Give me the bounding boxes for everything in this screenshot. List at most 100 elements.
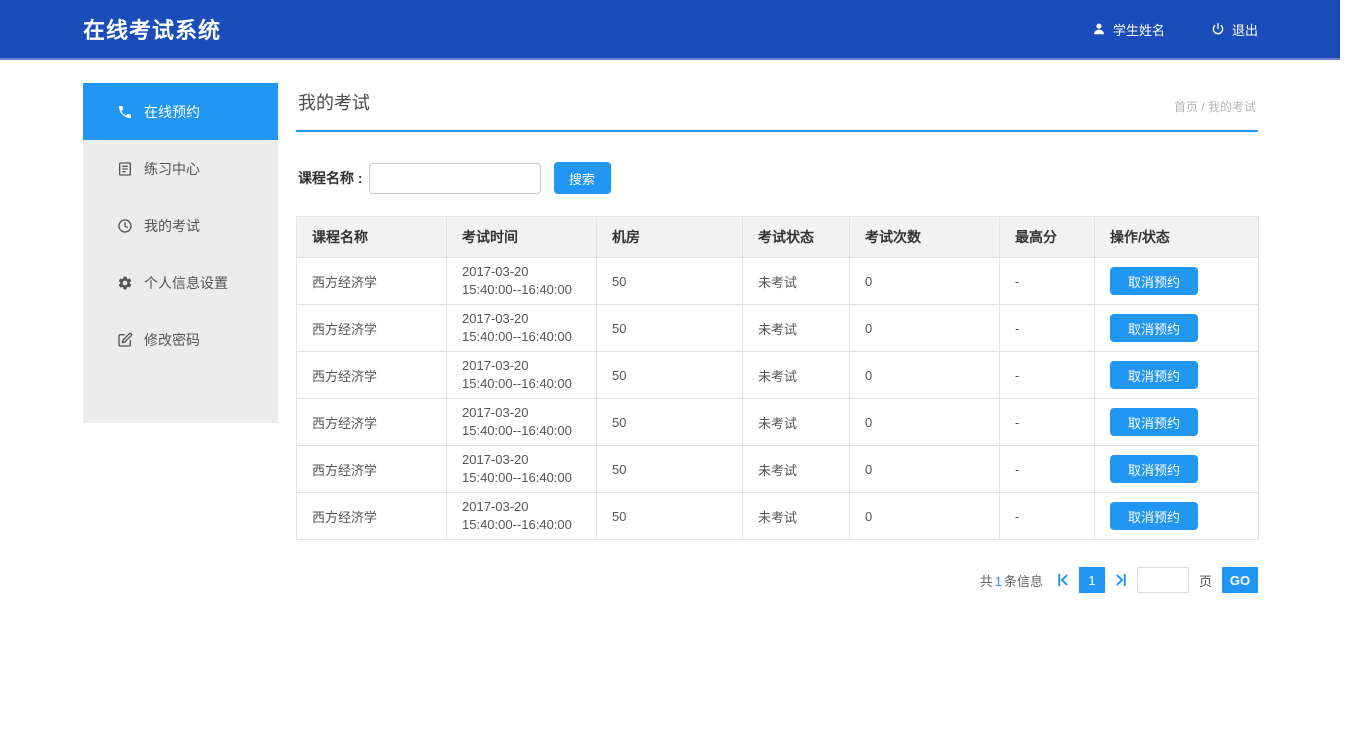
pagination-total: 共1条信息: [980, 571, 1043, 590]
column-header: 考试时间: [447, 217, 597, 258]
table-header-row: 课程名称考试时间机房考试状态考试次数最高分操作/状态: [297, 217, 1259, 258]
sidebar-item-label: 我的考试: [144, 216, 200, 236]
power-icon: [1211, 22, 1225, 36]
app-title: 在线考试系统: [83, 13, 221, 45]
main-content: 我的考试 首页 / 我的考试 课程名称 : 搜索 课程名称考试时间机房考试状态考…: [296, 83, 1258, 593]
action-cell: 取消预约: [1095, 352, 1259, 399]
current-page-button[interactable]: 1: [1079, 567, 1105, 593]
breadcrumb: 首页 / 我的考试: [1174, 98, 1256, 115]
exam-date: 2017-03-20: [462, 451, 586, 469]
best-score-cell: -: [1000, 493, 1095, 540]
best-score-cell: -: [1000, 305, 1095, 352]
cancel-booking-button[interactable]: 取消预约: [1110, 267, 1198, 295]
cancel-booking-button[interactable]: 取消预约: [1110, 408, 1198, 436]
course-name-cell: 西方经济学: [297, 399, 447, 446]
exam-time-range: 15:40:00--16:40:00: [462, 422, 586, 440]
page-head: 我的考试 首页 / 我的考试: [296, 83, 1258, 132]
room-cell: 50: [597, 446, 743, 493]
book-icon: [117, 161, 133, 177]
last-page-icon[interactable]: [1112, 571, 1130, 589]
action-cell: 取消预约: [1095, 399, 1259, 446]
sidebar-item-practice-center[interactable]: 练习中心: [83, 140, 278, 197]
attempts-cell: 0: [850, 493, 1000, 540]
best-score-cell: -: [1000, 258, 1095, 305]
page-unit-label: 页: [1199, 571, 1212, 590]
course-name-cell: 西方经济学: [297, 305, 447, 352]
attempts-cell: 0: [850, 305, 1000, 352]
exam-status-cell: 未考试: [743, 352, 850, 399]
user-icon: [1092, 22, 1106, 36]
column-header: 考试状态: [743, 217, 850, 258]
exam-status-cell: 未考试: [743, 493, 850, 540]
logout-label: 退出: [1232, 20, 1258, 39]
room-cell: 50: [597, 352, 743, 399]
sidebar-item-label: 修改密码: [144, 330, 200, 350]
cancel-booking-button[interactable]: 取消预约: [1110, 314, 1198, 342]
room-cell: 50: [597, 399, 743, 446]
search-bar: 课程名称 : 搜索: [296, 162, 1258, 194]
main-layout: 在线预约练习中心我的考试个人信息设置修改密码 我的考试 首页 / 我的考试 课程…: [83, 83, 1258, 593]
sidebar-item-label: 在线预约: [144, 102, 200, 122]
table-row: 西方经济学2017-03-2015:40:00--16:40:0050未考试0-…: [297, 399, 1259, 446]
first-page-icon[interactable]: [1054, 571, 1072, 589]
best-score-cell: -: [1000, 352, 1095, 399]
edit-icon: [117, 332, 133, 348]
sidebar-item-my-exams[interactable]: 我的考试: [83, 197, 278, 254]
sidebar-item-change-password[interactable]: 修改密码: [83, 311, 278, 368]
table-row: 西方经济学2017-03-2015:40:00--16:40:0050未考试0-…: [297, 258, 1259, 305]
exam-time-cell: 2017-03-2015:40:00--16:40:00: [447, 446, 597, 493]
exam-status-cell: 未考试: [743, 258, 850, 305]
attempts-cell: 0: [850, 399, 1000, 446]
exam-status-cell: 未考试: [743, 399, 850, 446]
page-number-input[interactable]: [1137, 567, 1189, 593]
sidebar-item-label: 个人信息设置: [144, 273, 228, 293]
exam-time-cell: 2017-03-2015:40:00--16:40:00: [447, 305, 597, 352]
room-cell: 50: [597, 258, 743, 305]
pagination-total-suffix: 条信息: [1004, 574, 1043, 589]
exam-time-cell: 2017-03-2015:40:00--16:40:00: [447, 258, 597, 305]
column-header: 机房: [597, 217, 743, 258]
header-actions: 学生姓名 退出: [1092, 20, 1258, 39]
cancel-booking-button[interactable]: 取消预约: [1110, 455, 1198, 483]
sidebar-item-online-booking[interactable]: 在线预约: [83, 83, 278, 140]
attempts-cell: 0: [850, 446, 1000, 493]
sidebar: 在线预约练习中心我的考试个人信息设置修改密码: [83, 83, 278, 423]
exam-time-range: 15:40:00--16:40:00: [462, 281, 586, 299]
user-name: 学生姓名: [1113, 20, 1165, 39]
best-score-cell: -: [1000, 399, 1095, 446]
exam-date: 2017-03-20: [462, 263, 586, 281]
clock-icon: [117, 218, 133, 234]
action-cell: 取消预约: [1095, 493, 1259, 540]
gear-icon: [117, 275, 133, 291]
sidebar-item-profile-settings[interactable]: 个人信息设置: [83, 254, 278, 311]
cancel-booking-button[interactable]: 取消预约: [1110, 502, 1198, 530]
room-cell: 50: [597, 493, 743, 540]
course-name-cell: 西方经济学: [297, 493, 447, 540]
course-name-label: 课程名称 :: [298, 168, 363, 188]
go-button[interactable]: GO: [1222, 567, 1258, 593]
logout-button[interactable]: 退出: [1211, 20, 1258, 39]
exam-date: 2017-03-20: [462, 404, 586, 422]
exam-table: 课程名称考试时间机房考试状态考试次数最高分操作/状态 西方经济学2017-03-…: [296, 216, 1259, 540]
table-row: 西方经济学2017-03-2015:40:00--16:40:0050未考试0-…: [297, 446, 1259, 493]
exam-time-range: 15:40:00--16:40:00: [462, 375, 586, 393]
exam-date: 2017-03-20: [462, 310, 586, 328]
cancel-booking-button[interactable]: 取消预约: [1110, 361, 1198, 389]
course-name-input[interactable]: [369, 163, 541, 194]
exam-date: 2017-03-20: [462, 357, 586, 375]
exam-time-range: 15:40:00--16:40:00: [462, 469, 586, 487]
pagination-total-prefix: 共: [980, 574, 993, 589]
course-name-cell: 西方经济学: [297, 446, 447, 493]
room-cell: 50: [597, 305, 743, 352]
pagination: 共1条信息 1 页 GO: [296, 567, 1258, 593]
course-name-cell: 西方经济学: [297, 258, 447, 305]
pagination-total-count: 1: [993, 574, 1004, 589]
table-row: 西方经济学2017-03-2015:40:00--16:40:0050未考试0-…: [297, 352, 1259, 399]
search-button[interactable]: 搜索: [554, 162, 611, 194]
exam-time-cell: 2017-03-2015:40:00--16:40:00: [447, 352, 597, 399]
user-menu[interactable]: 学生姓名: [1092, 20, 1165, 39]
exam-time-cell: 2017-03-2015:40:00--16:40:00: [447, 399, 597, 446]
attempts-cell: 0: [850, 352, 1000, 399]
action-cell: 取消预约: [1095, 258, 1259, 305]
action-cell: 取消预约: [1095, 305, 1259, 352]
